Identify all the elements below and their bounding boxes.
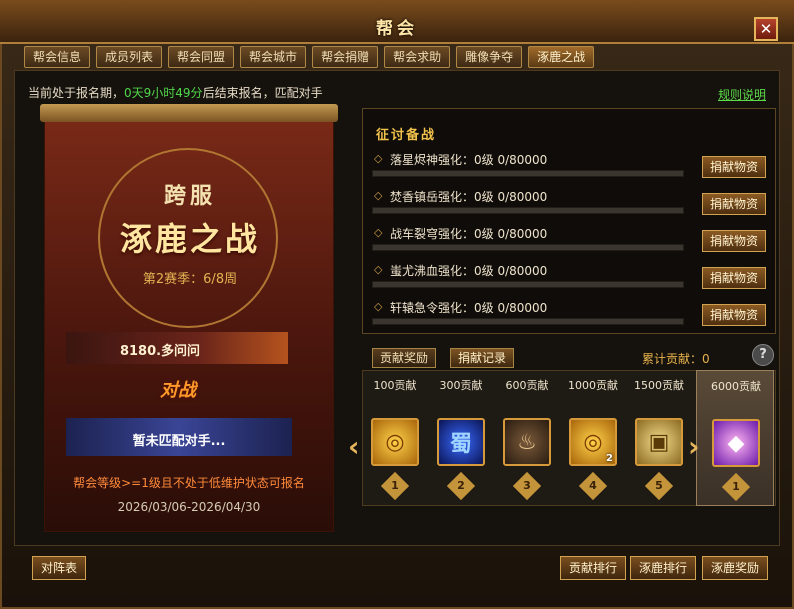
prep-progress-bar xyxy=(372,207,684,214)
accumulated-contribution: 累计贡献：0 xyxy=(642,352,710,366)
scroll-left-icon[interactable]: ‹ xyxy=(348,430,360,463)
tier-number-badge: 3 xyxy=(512,471,542,501)
gold-coil-icon[interactable]: ◎ xyxy=(371,418,419,466)
window-title: 帮会 xyxy=(376,19,418,39)
diamond-icon: ◇ xyxy=(374,152,383,165)
teapot-icon[interactable]: ♨ xyxy=(503,418,551,466)
donate-button[interactable]: 捐献物资 xyxy=(702,304,766,326)
signup-requirement: 帮会等级>=1级且不处于低维护状态可报名 xyxy=(73,476,305,490)
prep-row-label: 轩辕急令强化：0级 0/80000 xyxy=(390,301,548,315)
notice-prefix: 当前处于报名期， xyxy=(28,86,125,100)
event-dates: 2026/03/06-2026/04/30 xyxy=(117,500,261,514)
gold-coil-icon[interactable]: ◎ 2 xyxy=(569,418,617,466)
tab-help[interactable]: 帮会求助 xyxy=(384,46,451,68)
countdown-timer: 0天9小时49分 xyxy=(124,86,203,100)
donate-button[interactable]: 捐献物资 xyxy=(702,193,766,215)
own-guild-name: 8180.多问问 xyxy=(119,344,201,359)
tier-number-badge: 2 xyxy=(446,471,476,501)
zhuolu-rank-button[interactable]: 涿鹿排行 xyxy=(630,556,697,580)
tab-zhuolu-battle[interactable]: 涿鹿之战 xyxy=(528,46,595,68)
zhuolu-reward-button[interactable]: 涿鹿奖励 xyxy=(702,556,769,580)
prep-row-label: 落星烬神强化：0级 0/80000 xyxy=(390,153,548,167)
close-button[interactable]: ✕ xyxy=(754,17,778,41)
guild-tab-bar: 帮会信息 成员列表 帮会同盟 帮会城市 帮会捐赠 帮会求助 雕像争夺 涿鹿之战 xyxy=(24,46,595,68)
banner-subtitle: 跨服 xyxy=(163,184,216,209)
tab-statue[interactable]: 雕像争夺 xyxy=(456,46,523,68)
banner-rod xyxy=(40,104,338,122)
opponent-status: 暂未匹配对手... xyxy=(132,434,226,449)
prep-row-label: 蚩尤沸血强化：0级 0/80000 xyxy=(390,264,548,278)
blue-rune-icon[interactable]: 蜀 xyxy=(437,418,485,466)
diamond-icon: ◇ xyxy=(374,226,383,239)
prep-progress-bar xyxy=(372,170,684,177)
donate-button[interactable]: 捐献物资 xyxy=(702,267,766,289)
reward-tier[interactable]: 300贡献 蜀 2 xyxy=(428,370,494,506)
tier-number-badge: 1 xyxy=(721,472,751,502)
tier-threshold: 1500贡献 xyxy=(634,379,684,392)
prep-row-label: 焚香镇岳强化：0级 0/80000 xyxy=(390,190,548,204)
help-icon[interactable]: ? xyxy=(752,344,774,366)
pink-crystal-icon[interactable]: ◆ xyxy=(712,419,760,467)
scroll-right-icon[interactable]: › xyxy=(688,430,700,463)
prep-progress-bar xyxy=(372,318,684,325)
tier-threshold: 100贡献 xyxy=(373,379,417,392)
tab-guild-info[interactable]: 帮会信息 xyxy=(24,46,91,68)
donate-button[interactable]: 捐献物资 xyxy=(702,156,766,178)
reward-tier[interactable]: 1500贡献 ▣ 5 xyxy=(626,370,692,506)
rules-link[interactable]: 规则说明 xyxy=(718,86,766,103)
diamond-icon: ◇ xyxy=(374,189,383,202)
diamond-icon: ◇ xyxy=(374,263,383,276)
lineup-button[interactable]: 对阵表 xyxy=(32,556,87,580)
reward-tier[interactable]: 1000贡献 ◎ 2 4 xyxy=(560,370,626,506)
status-notice: 当前处于报名期，0天9小时49分后结束报名，匹配对手 xyxy=(28,84,323,101)
prep-progress-bar xyxy=(372,244,684,251)
donate-button[interactable]: 捐献物资 xyxy=(702,230,766,252)
tier-number-badge: 4 xyxy=(578,471,608,501)
tab-alliance[interactable]: 帮会同盟 xyxy=(168,46,235,68)
treasure-chest-icon[interactable]: ▣ xyxy=(635,418,683,466)
reward-tier[interactable]: 100贡献 ◎ 1 xyxy=(362,370,428,506)
tab-donation-record[interactable]: 捐献记录 xyxy=(450,348,515,368)
tab-guild-city[interactable]: 帮会城市 xyxy=(240,46,307,68)
notice-suffix: 后结束报名，匹配对手 xyxy=(202,86,323,100)
tab-donation[interactable]: 帮会捐赠 xyxy=(312,46,379,68)
tier-threshold: 1000贡献 xyxy=(568,379,618,392)
tier-number-badge: 1 xyxy=(380,471,410,501)
reward-tier-highlighted[interactable]: 6000贡献 ◆ 1 xyxy=(696,370,774,506)
tier-threshold: 600贡献 xyxy=(505,379,549,392)
tab-member-list[interactable]: 成员列表 xyxy=(96,46,163,68)
season-label: 第2赛季：6/8周 xyxy=(142,272,238,287)
tier-number-badge: 5 xyxy=(644,471,674,501)
prep-row-label: 战车裂穹强化：0级 0/80000 xyxy=(390,227,548,241)
diamond-icon: ◇ xyxy=(374,300,383,313)
tab-contribution-reward[interactable]: 贡献奖励 xyxy=(372,348,437,368)
tier-threshold: 300贡献 xyxy=(439,379,483,392)
vs-label: 对战 xyxy=(160,380,196,401)
prep-title: 征讨备战 xyxy=(376,128,437,143)
prep-progress-bar xyxy=(372,281,684,288)
banner-title: 涿鹿之战 xyxy=(119,220,260,258)
reward-tier[interactable]: ♨ 600贡献 3 xyxy=(494,370,560,506)
contribution-rank-button[interactable]: 贡献排行 xyxy=(560,556,627,580)
item-count: 2 xyxy=(606,453,613,464)
tier-threshold: 6000贡献 xyxy=(711,380,761,393)
